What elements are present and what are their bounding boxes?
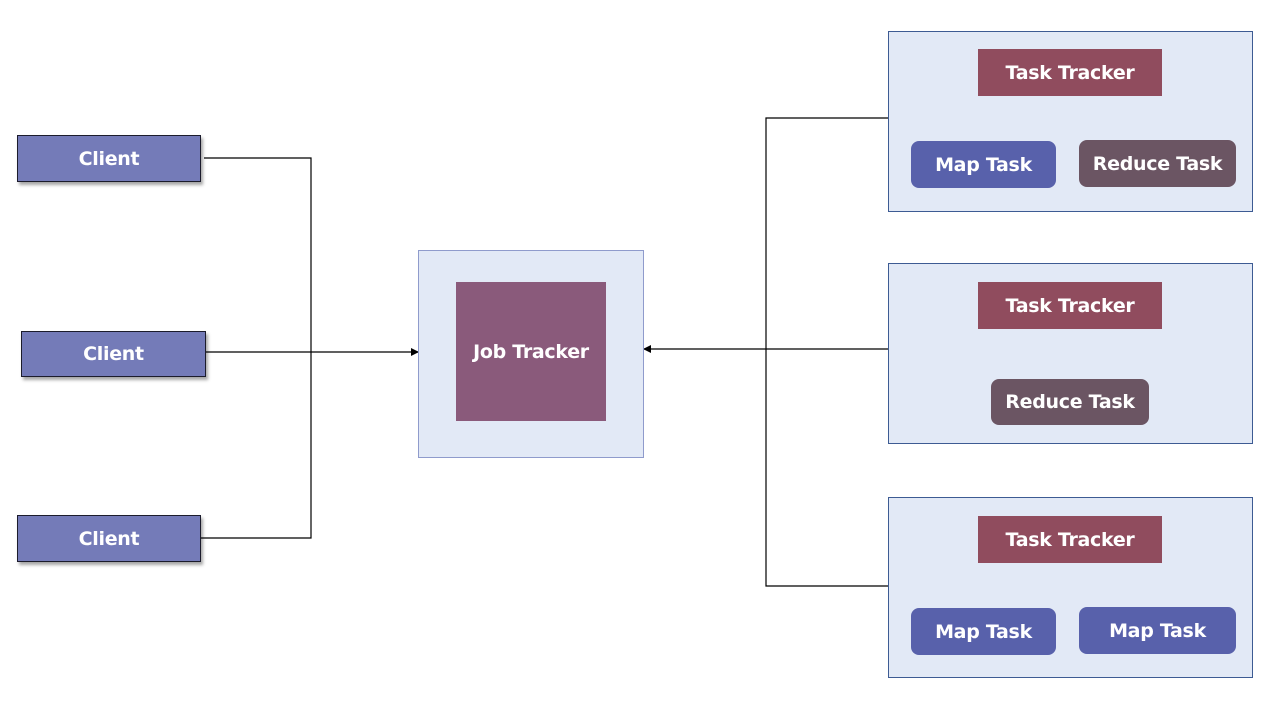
reduce-task-box[interactable]: Reduce Task <box>991 379 1149 425</box>
node-panel-1: Task Tracker Map Task Reduce Task <box>888 31 1253 212</box>
job-tracker-box[interactable]: Job Tracker <box>456 282 606 421</box>
client-connectors <box>201 157 419 539</box>
client-1-line <box>201 157 312 539</box>
task-tracker-box-3[interactable]: Task Tracker <box>978 516 1162 563</box>
client-box-2[interactable]: Client <box>21 331 206 377</box>
tracker-connectors <box>643 117 888 587</box>
node-panel-2: Task Tracker Reduce Task <box>888 263 1253 444</box>
task-tracker-box-2[interactable]: Task Tracker <box>978 282 1162 329</box>
map-task-box[interactable]: Map Task <box>911 141 1056 188</box>
task-tracker-box-1[interactable]: Task Tracker <box>978 49 1162 96</box>
job-tracker-panel: Job Tracker <box>418 250 644 458</box>
node-panel-3: Task Tracker Map Task Map Task <box>888 497 1253 678</box>
trackers-bus-line <box>765 117 888 587</box>
map-task-box[interactable]: Map Task <box>911 608 1056 655</box>
client-box-3[interactable]: Client <box>17 515 201 562</box>
client-box-1[interactable]: Client <box>17 135 201 182</box>
map-task-box[interactable]: Map Task <box>1079 607 1236 654</box>
reduce-task-box[interactable]: Reduce Task <box>1079 140 1236 187</box>
